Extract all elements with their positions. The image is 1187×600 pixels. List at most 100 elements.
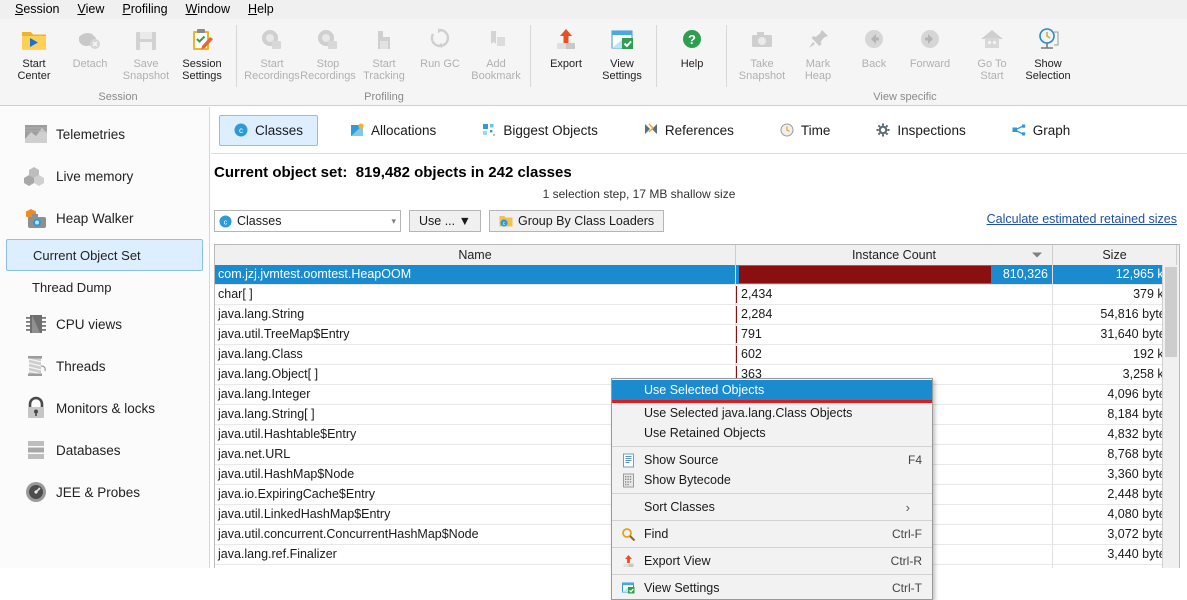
start-center-button[interactable]: Start Center	[6, 23, 62, 82]
stop-recordings-button[interactable]: Stop Recordings	[300, 23, 356, 82]
tab-classes[interactable]: c Classes	[219, 115, 318, 146]
start-tracking-label: Start Tracking	[363, 58, 405, 82]
context-menu-item[interactable]: Use Retained Objects	[612, 423, 932, 443]
add-bookmark-button[interactable]: Add Bookmark	[468, 23, 524, 82]
sidebar-item-live-memory[interactable]: Live memory	[0, 155, 209, 197]
context-menu-item-label: Use Selected java.lang.Class Objects	[644, 406, 922, 420]
context-menu-item[interactable]: Show SourceF4	[612, 450, 932, 470]
start-center-label: Start Center	[17, 58, 50, 82]
sidebar-item-thread-dump[interactable]: Thread Dump	[6, 271, 203, 303]
ribbon-group-session: Start Center Detach	[0, 19, 236, 105]
tab-biggest-objects[interactable]: Biggest Objects	[468, 116, 612, 145]
menu-item-help[interactable]: Help	[239, 0, 283, 18]
mark-heap-button[interactable]: Mark Heap	[790, 23, 846, 82]
menu-item-view[interactable]: View	[68, 0, 113, 18]
run-gc-button[interactable]: Run GC	[412, 23, 468, 70]
cell-size: 3,440 bytes	[1053, 545, 1177, 565]
forward-button[interactable]: Forward	[902, 23, 958, 70]
start-recordings-button[interactable]: Start Recordings	[244, 23, 300, 82]
sidebar-item-heap-walker[interactable]: Heap Walker	[0, 197, 209, 239]
tab-inspections[interactable]: Inspections	[862, 116, 979, 145]
sidebar-label-monitors-locks: Monitors & locks	[56, 401, 155, 416]
context-menu-item-label: Find	[644, 527, 892, 541]
table-row[interactable]: java.lang.String2,28454,816 bytes	[215, 305, 1179, 325]
tab-label-inspections: Inspections	[897, 123, 965, 138]
ribbon-group-export: Export View Settings	[530, 19, 656, 105]
sidebar-item-cpu-views[interactable]: CPU views	[0, 303, 209, 345]
context-menu-separator	[612, 574, 932, 575]
context-menu-item[interactable]: Show Bytecode	[612, 470, 932, 490]
tab-time[interactable]: Time	[766, 116, 845, 145]
help-button[interactable]: ? Help	[664, 23, 720, 70]
sidebar-item-databases[interactable]: Databases	[0, 429, 209, 471]
cell-size: 3,360 bytes	[1053, 465, 1177, 485]
show-selection-button[interactable]: Show Selection	[1020, 23, 1076, 82]
instance-count-bar	[736, 306, 737, 323]
menu-item-window[interactable]: Window	[177, 0, 239, 18]
tab-references[interactable]: References	[630, 116, 748, 145]
tab-graph[interactable]: Graph	[998, 116, 1085, 145]
table-row[interactable]: char[ ]2,434379 kB	[215, 285, 1179, 305]
mark-heap-label: Mark Heap	[805, 58, 831, 82]
ribbon-group-label-export	[538, 101, 650, 103]
view-settings-label: View Settings	[602, 58, 642, 82]
sidebar-item-jee-probes[interactable]: JEE & Probes	[0, 471, 209, 513]
context-menu-item-label: Show Source	[644, 453, 908, 467]
back-button[interactable]: Back	[846, 23, 902, 70]
cell-size: 31,640 bytes	[1053, 325, 1177, 345]
inspections-icon	[876, 123, 890, 137]
use-dropdown-button[interactable]: Use ... ▼	[409, 210, 481, 232]
table-row[interactable]: java.lang.Class602192 kB	[215, 345, 1179, 365]
sidebar-label-telemetries: Telemetries	[56, 127, 125, 142]
column-header-name[interactable]: Name	[215, 245, 736, 265]
use-dropdown-label: Use ... ▼	[419, 214, 471, 228]
forward-icon	[916, 25, 944, 55]
save-snapshot-button[interactable]: Save Snapshot	[118, 23, 174, 82]
cell-instance-count-value: 2,284	[741, 307, 772, 321]
context-menu-item[interactable]: Sort Classes›	[612, 497, 932, 517]
sidebar: Telemetries Live memory Heap Walker Curr…	[0, 107, 210, 568]
go-to-start-button[interactable]: Go To Start	[964, 23, 1020, 82]
context-menu-item[interactable]: Use Selected java.lang.Class Objects	[612, 403, 932, 423]
sidebar-item-telemetries[interactable]: Telemetries	[0, 113, 209, 155]
sidebar-item-current-object-set[interactable]: Current Object Set	[6, 239, 203, 271]
graph-icon	[1012, 123, 1026, 137]
column-header-size[interactable]: Size	[1053, 245, 1177, 265]
aggregation-combo[interactable]: c Classes ▾	[214, 210, 401, 232]
context-menu-item-shortcut: F4	[908, 453, 932, 467]
menu-item-profiling[interactable]: Profiling	[113, 0, 176, 18]
table-row[interactable]: com.jzj.jvmtest.oomtest.HeapOOM810,32612…	[215, 265, 1179, 285]
table-scroll-thumb[interactable]	[1165, 267, 1177, 357]
sort-descending-icon	[1032, 253, 1042, 258]
table-row[interactable]: java.util.TreeMap$Entry79131,640 bytes	[215, 325, 1179, 345]
chevron-down-icon: ▾	[391, 216, 396, 227]
menu-item-session[interactable]: Session	[6, 0, 68, 18]
context-menu-item[interactable]: FindCtrl-F	[612, 524, 932, 544]
view-settings-button[interactable]: View Settings	[594, 23, 650, 82]
detach-button[interactable]: Detach	[62, 23, 118, 70]
view-settings-icon	[608, 25, 636, 55]
allocations-icon	[350, 123, 364, 137]
context-menu-item[interactable]: Export ViewCtrl-R	[612, 551, 932, 571]
context-menu-item[interactable]: Use Selected Objects	[612, 380, 932, 400]
view-tabs: c Classes Allocations Biggest Objects Re…	[211, 107, 1187, 154]
take-snapshot-icon	[748, 25, 776, 55]
table-vertical-scrollbar[interactable]	[1162, 265, 1179, 568]
group-by-class-loaders-button[interactable]: c Group By Class Loaders	[489, 210, 664, 232]
session-settings-button[interactable]: Session Settings	[174, 23, 230, 82]
instance-count-bar	[736, 286, 737, 303]
calculate-retained-sizes-link[interactable]: Calculate estimated retained sizes	[987, 212, 1177, 226]
tab-allocations[interactable]: Allocations	[336, 116, 450, 145]
sidebar-item-threads[interactable]: Threads	[0, 345, 209, 387]
sidebar-item-monitors-locks[interactable]: Monitors & locks	[0, 387, 209, 429]
help-icon: ?	[678, 25, 706, 55]
start-tracking-button[interactable]: Start Tracking	[356, 23, 412, 82]
databases-icon	[16, 438, 56, 462]
context-menu-separator	[612, 520, 932, 521]
column-header-instance-count[interactable]: Instance Count	[736, 245, 1053, 265]
aggregation-combo-value: Classes	[237, 214, 281, 228]
take-snapshot-button[interactable]: Take Snapshot	[734, 23, 790, 82]
help-label: Help	[681, 58, 704, 70]
context-menu-item[interactable]: View SettingsCtrl-T	[612, 578, 932, 598]
export-button[interactable]: Export	[538, 23, 594, 70]
